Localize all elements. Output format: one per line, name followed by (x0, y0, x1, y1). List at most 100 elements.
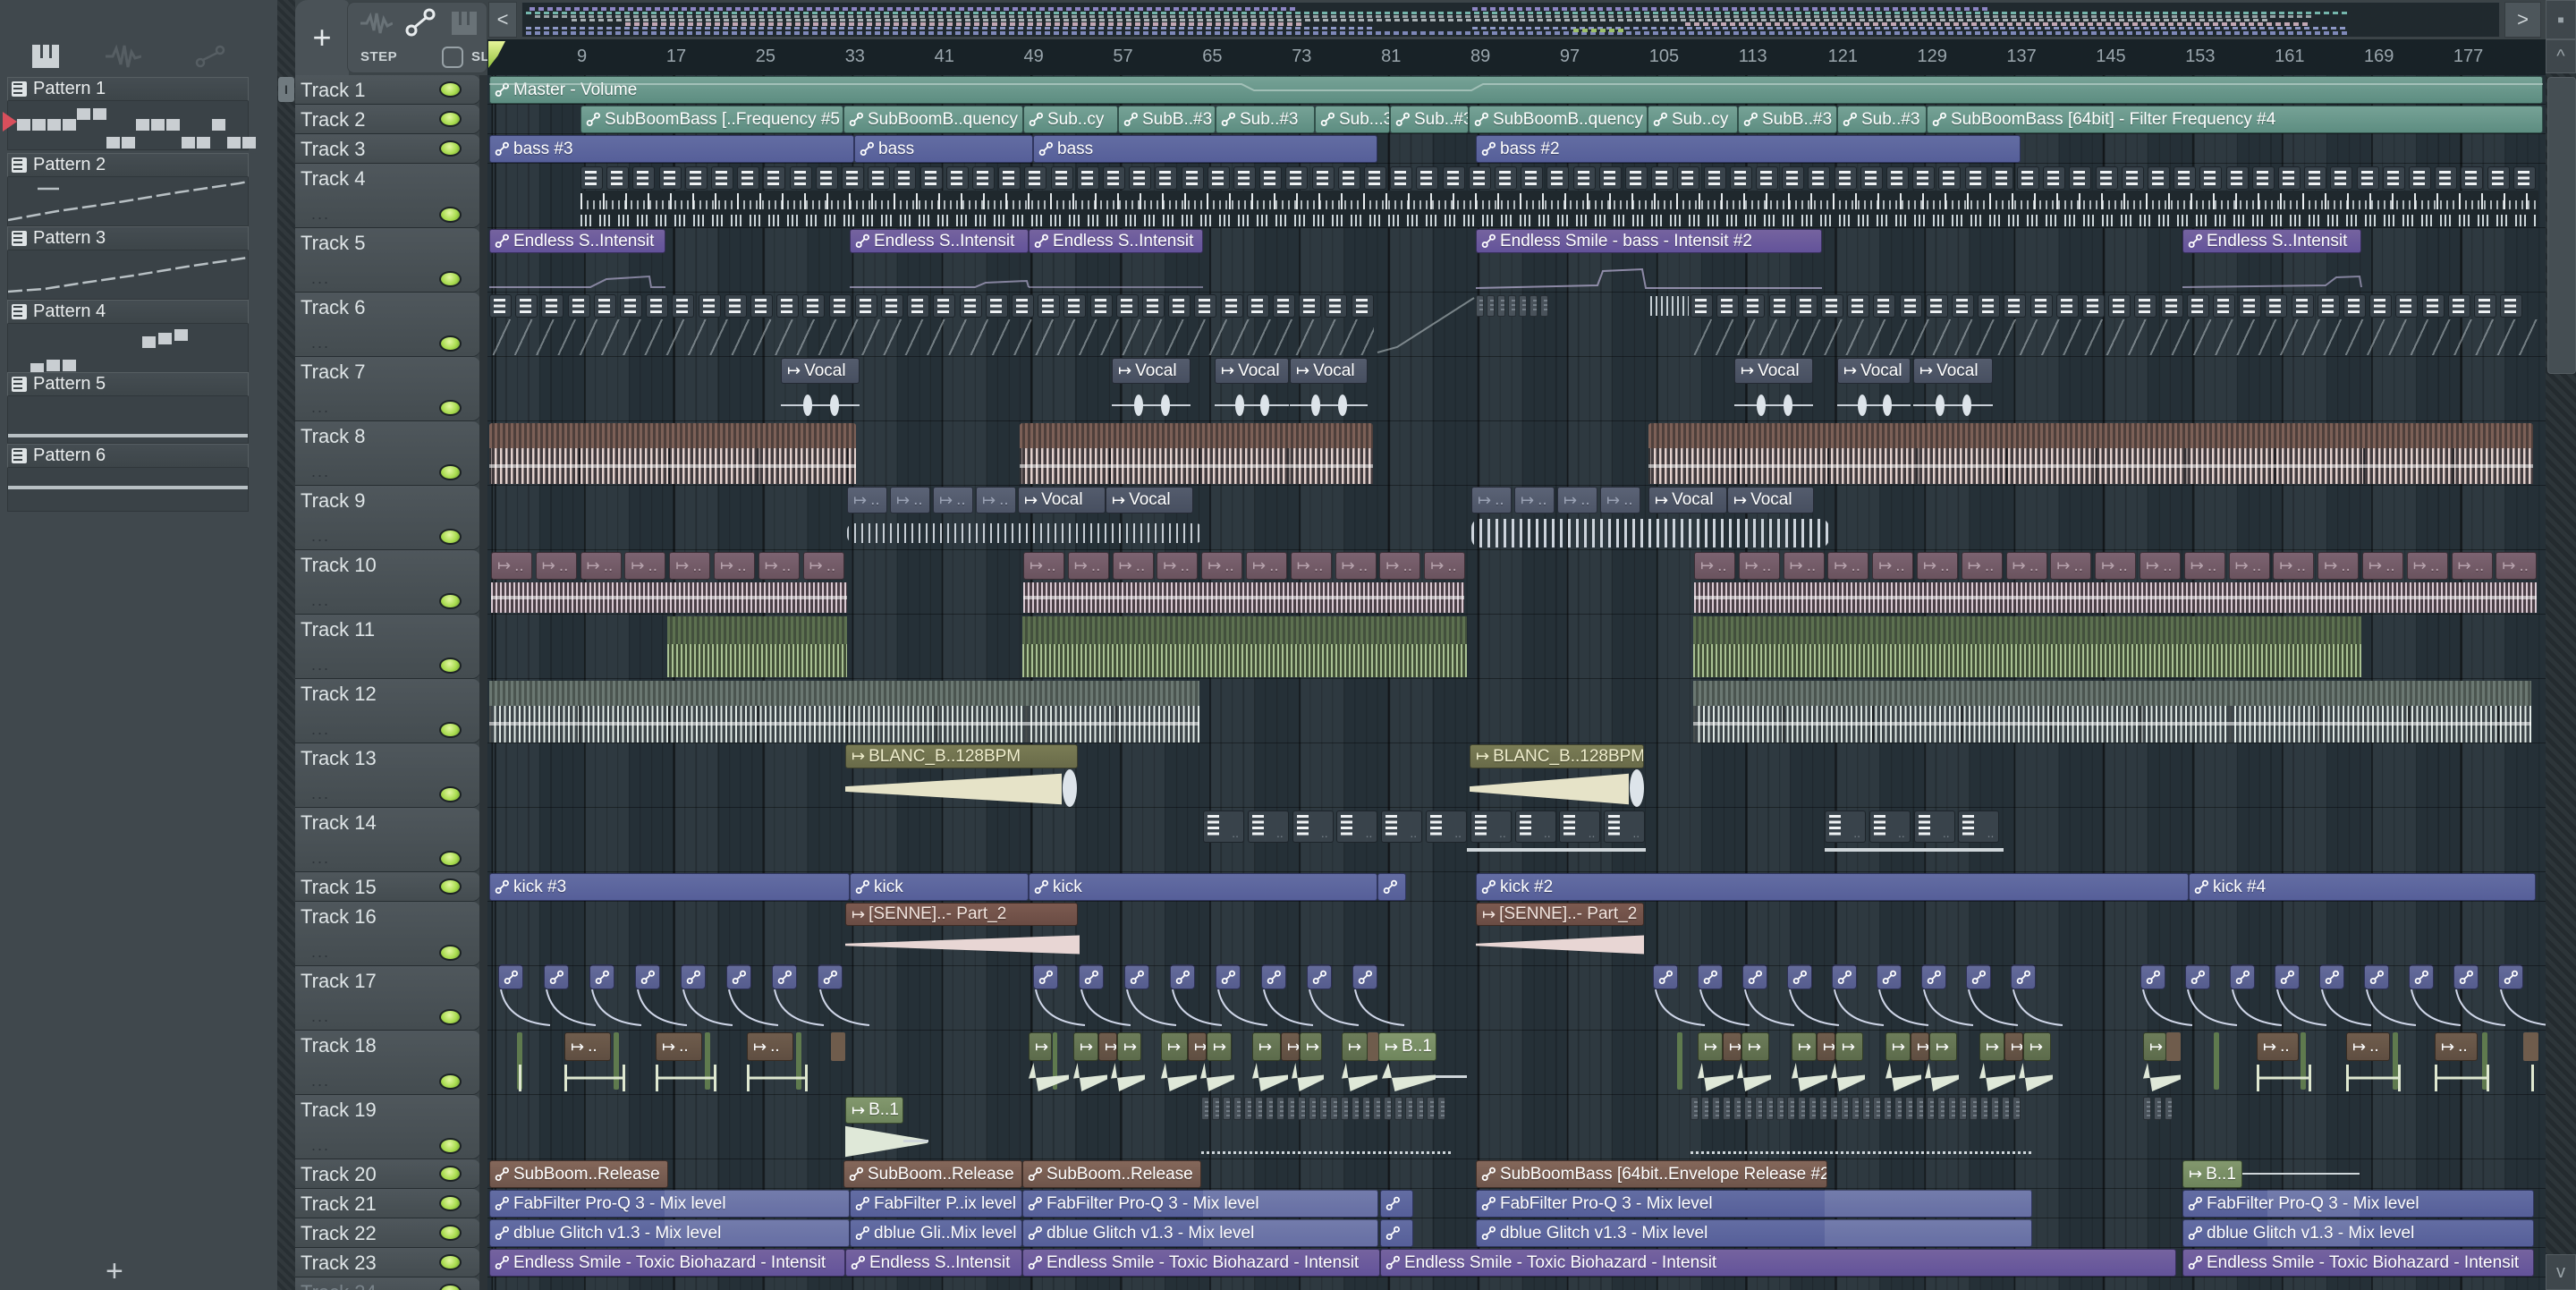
automation-mini-clip[interactable] (1921, 964, 1946, 989)
automation-mini-clip[interactable] (589, 964, 614, 989)
track-row-5[interactable]: Track 5... (295, 228, 480, 292)
clip[interactable]: Sub..cy (1023, 106, 1118, 133)
pattern-clip[interactable] (724, 294, 747, 318)
automation-mini-clip[interactable] (1877, 964, 1902, 989)
track-row-11[interactable]: Track 11... (295, 615, 480, 678)
clip-texture[interactable] (564, 1065, 625, 1091)
pattern-clip[interactable] (1063, 294, 1087, 318)
pattern-clip[interactable] (1925, 294, 1948, 318)
pattern-clip[interactable] (1886, 166, 1909, 190)
pattern-clip[interactable] (593, 294, 616, 318)
track-row-24[interactable]: Track 24 (295, 1277, 480, 1290)
track-row-2[interactable]: Track 2 (295, 105, 480, 133)
automation-mini-clip[interactable] (2011, 964, 2036, 989)
pattern-clip[interactable] (1978, 294, 2001, 318)
mini-clip[interactable] (1255, 1097, 1263, 1120)
pattern-clip[interactable] (1207, 166, 1230, 190)
clip-texture[interactable] (903, 1140, 928, 1142)
automation-mini-clip[interactable] (681, 964, 706, 989)
pattern-clip[interactable] (646, 294, 669, 318)
clip[interactable] (1380, 1190, 1413, 1218)
pattern-clip[interactable] (2213, 294, 2235, 318)
pattern-clip[interactable] (815, 166, 838, 190)
mini-clip[interactable] (1233, 1097, 1241, 1120)
clip[interactable]: ↦ (2143, 1032, 2166, 1061)
pattern-clip[interactable] (881, 294, 903, 318)
clip[interactable]: Endless Smile - Toxic Biohazard - Intens… (489, 1249, 845, 1277)
clip-texture[interactable] (1020, 448, 1373, 484)
pattern-clip[interactable] (2461, 166, 2484, 190)
clip[interactable]: Endless Smile - bass - Intensit #2 (1476, 229, 1822, 253)
automation-mini-clip[interactable] (1966, 964, 1991, 989)
clip[interactable]: ↦ (1741, 1032, 1769, 1061)
clip-texture[interactable] (2346, 1065, 2401, 1091)
clip-fragment[interactable] (2267, 1190, 2360, 1217)
pattern-clip[interactable] (1742, 294, 1766, 318)
pattern-clip[interactable]: .. (1203, 810, 1244, 843)
pattern-clip[interactable] (2082, 294, 2105, 318)
clip[interactable]: ↦ [SENNE]..- Part_2 (1476, 903, 1644, 926)
track-mute-led[interactable] (439, 1253, 462, 1270)
clip[interactable]: ↦ (1817, 1032, 1835, 1061)
automation-mini-clip[interactable] (818, 964, 843, 989)
track-row-16[interactable]: Track 16... (295, 902, 480, 965)
pattern-clip[interactable] (1142, 294, 1165, 318)
clip[interactable]: ↦ (1207, 1032, 1232, 1061)
clip-texture[interactable] (1022, 616, 1467, 644)
clip[interactable]: ↦.. (1112, 552, 1154, 580)
pattern-header[interactable]: Pattern 1 (7, 77, 249, 101)
pattern-clip[interactable] (2174, 166, 2197, 190)
clip-texture[interactable] (1436, 1075, 1467, 1078)
clip[interactable]: ↦ (1161, 1032, 1188, 1061)
clip[interactable]: ↦ (2004, 1032, 2023, 1061)
automation-mini-clip[interactable] (1170, 964, 1195, 989)
clip[interactable]: SubBoom..Release (489, 1160, 668, 1188)
clip[interactable]: ↦ (1929, 1032, 1957, 1061)
clip[interactable]: Endless S..Intensit (845, 1249, 1022, 1277)
mini-clip[interactable] (1244, 1097, 1252, 1120)
clip-fragment[interactable] (2166, 1032, 2181, 1061)
clip[interactable]: ↦.. (1961, 552, 2003, 580)
clip-texture[interactable] (1201, 1151, 1451, 1154)
pattern-clip[interactable] (567, 294, 590, 318)
clip-texture[interactable] (667, 644, 847, 677)
scroll-up-button[interactable]: ^ (2546, 39, 2576, 73)
pattern-clip[interactable] (2134, 294, 2157, 318)
track-row-8[interactable]: Track 8... (295, 421, 480, 485)
track-row-15[interactable]: Track 15 (295, 872, 480, 901)
automation-mini-clip[interactable] (1216, 964, 1241, 989)
automation-mini-clip[interactable] (2319, 964, 2344, 989)
pattern-clip[interactable]: .. (1958, 810, 2000, 843)
clip[interactable]: SubBoomBass [64bit] - Filter Frequency #… (1927, 106, 2543, 133)
playlist-minimap[interactable] (521, 2, 2500, 38)
pattern-clip[interactable] (1024, 166, 1047, 190)
track-row-21[interactable]: Track 21 (295, 1189, 480, 1218)
pattern-clip[interactable] (1337, 166, 1360, 190)
pattern-clip[interactable] (2512, 166, 2536, 190)
clip[interactable]: ↦.. (1514, 487, 1555, 513)
pattern-clip[interactable] (2239, 294, 2262, 318)
clip-texture[interactable] (489, 319, 1374, 355)
pattern-clip[interactable] (2148, 166, 2170, 190)
pattern-clip[interactable] (959, 294, 982, 318)
clip-texture[interactable] (2242, 1173, 2360, 1175)
clip[interactable]: ↦.. (2050, 552, 2092, 580)
pattern-clip[interactable] (2395, 294, 2419, 318)
clip[interactable]: SubBoom..Release (843, 1160, 1022, 1188)
pattern-clip[interactable] (828, 294, 852, 318)
clip[interactable] (1377, 873, 1406, 901)
clip[interactable]: ↦.. (2273, 552, 2315, 580)
pattern-clip[interactable] (2017, 166, 2039, 190)
mini-clip[interactable] (1330, 1097, 1338, 1120)
pattern-clip[interactable] (1899, 294, 1922, 318)
clip-texture[interactable] (2257, 1065, 2311, 1091)
track-mute-led[interactable] (439, 1283, 462, 1290)
pattern-clip[interactable] (1495, 166, 1517, 190)
mini-clip[interactable] (1905, 1097, 1913, 1120)
pattern-clip[interactable] (1299, 294, 1322, 318)
pattern-clip[interactable] (2095, 166, 2118, 190)
pattern-clip[interactable] (802, 294, 826, 318)
clip-fragment[interactable] (1368, 1032, 1378, 1061)
pattern-clip[interactable] (1729, 166, 1752, 190)
pattern-clip[interactable] (789, 166, 812, 190)
